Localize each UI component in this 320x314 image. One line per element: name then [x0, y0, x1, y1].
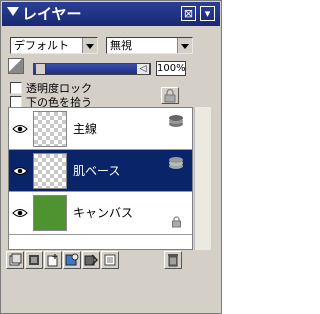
opacity-slider-end-icon: ◁ — [137, 64, 149, 74]
eye-icon[interactable] — [12, 124, 28, 134]
layer-lock-button[interactable] — [161, 87, 179, 104]
layer-color-swatch-icon[interactable] — [8, 58, 24, 74]
trash-icon — [168, 254, 178, 267]
layer-name: キャンバス — [73, 206, 134, 220]
chevron-down-icon — [177, 38, 192, 53]
layer-row-main-line[interactable]: 主線 — [9, 108, 192, 150]
new-layer-button[interactable] — [44, 251, 62, 269]
layer-mask-icon — [65, 253, 79, 266]
transparency-lock-label: 透明度ロック — [26, 82, 92, 95]
lock-icon — [172, 216, 181, 228]
title-bar[interactable]: レイヤー ⊠ ▾ — [2, 2, 220, 26]
blend-mode-select[interactable]: 無視 — [106, 37, 193, 54]
transparency-lock-checkbox[interactable] — [10, 82, 22, 94]
duplicate-layer-button[interactable] — [25, 251, 43, 269]
merge-layer-button[interactable] — [82, 251, 100, 269]
opacity-value-field[interactable]: 100% — [156, 61, 186, 76]
layer-list: 主線 肌ベース キャンバス — [8, 107, 193, 250]
layer-name: 肌ベース — [73, 164, 121, 178]
layer-mask-button[interactable] — [63, 251, 81, 269]
panel-title: レイヤー — [22, 5, 82, 23]
layer-list-scrollbar[interactable] — [194, 107, 211, 250]
blend-mode-value: 無視 — [110, 39, 132, 52]
layer-stack-icon — [169, 115, 183, 127]
new-layer-icon — [47, 254, 58, 267]
layer-thumbnail — [33, 111, 67, 147]
panel-menu-icon[interactable]: ▾ — [200, 6, 215, 21]
preset-select-value: デフォルト — [14, 39, 69, 52]
layer-property-button[interactable] — [101, 251, 119, 269]
preset-select[interactable]: デフォルト — [10, 37, 98, 54]
layer-panel: レイヤー ⊠ ▾ デフォルト 無視 ◁ 100% 透明度ロック 下の色を拾う 主… — [0, 0, 222, 314]
new-layer-set-button[interactable] — [6, 251, 24, 269]
layer-name: 主線 — [73, 122, 98, 136]
opacity-slider-handle[interactable] — [36, 64, 46, 74]
duplicate-layer-icon — [29, 255, 39, 265]
delete-layer-button[interactable] — [164, 251, 182, 269]
opacity-slider[interactable]: ◁ — [33, 63, 151, 75]
layer-thumbnail — [33, 195, 67, 231]
close-icon[interactable]: ⊠ — [181, 6, 196, 21]
collapse-arrow-icon[interactable] — [7, 7, 19, 16]
layer-row-canvas[interactable]: キャンバス — [9, 192, 192, 235]
chevron-down-icon — [82, 38, 97, 53]
eye-icon[interactable] — [12, 208, 28, 218]
merge-layer-icon — [84, 254, 99, 266]
lock-icon — [164, 88, 176, 103]
new-layer-set-icon — [9, 253, 22, 266]
layer-stack-icon — [169, 157, 183, 169]
layer-property-icon — [104, 254, 116, 266]
eye-icon[interactable] — [12, 166, 28, 176]
layer-row-skin-base[interactable]: 肌ベース — [9, 150, 192, 192]
layer-thumbnail — [33, 153, 67, 189]
